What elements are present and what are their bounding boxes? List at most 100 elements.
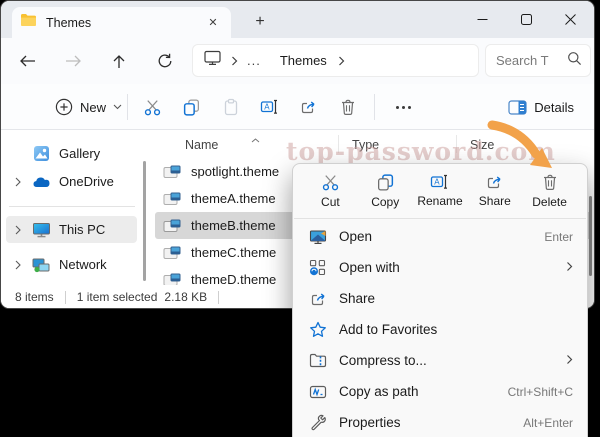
copy-button[interactable] <box>172 89 211 125</box>
context-rename-button[interactable]: A Rename <box>413 169 468 215</box>
menu-item-label: Properties <box>339 415 523 430</box>
sidebar-scrollbar[interactable] <box>143 161 146 281</box>
breadcrumb-current[interactable]: Themes <box>280 53 327 68</box>
context-share-label: Share <box>479 194 511 208</box>
submenu-chevron-icon <box>566 259 573 277</box>
menu-item-open[interactable]: Open Enter <box>293 221 587 252</box>
selection-size: 2.18 KB <box>164 290 207 304</box>
delete-button[interactable] <box>328 89 367 125</box>
menu-item-share[interactable]: Share <box>293 283 587 314</box>
onedrive-cloud-icon <box>30 175 52 188</box>
selection-count: 1 item selected <box>77 290 158 304</box>
sidebar-divider <box>9 206 135 207</box>
menu-item-label: Share <box>339 291 573 306</box>
sidebar-item-onedrive[interactable]: OneDrive <box>6 168 137 195</box>
zip-folder-icon <box>309 353 335 368</box>
paste-button[interactable] <box>211 89 250 125</box>
open-theme-icon <box>309 229 335 245</box>
up-button[interactable] <box>107 49 131 73</box>
sidebar-item-gallery[interactable]: Gallery <box>6 140 137 167</box>
status-divider <box>218 291 219 304</box>
file-list-scrollbar[interactable] <box>589 196 592 276</box>
menu-item-label: Add to Favorites <box>339 322 573 337</box>
search-icon <box>567 51 582 71</box>
tab-themes[interactable]: Themes ✕ <box>12 7 231 38</box>
minimize-button[interactable] <box>460 1 504 37</box>
chevron-right-icon[interactable] <box>6 225 30 235</box>
menu-item-label: Open with <box>339 260 566 275</box>
menu-item-copy-as-path[interactable]: Copy as path Ctrl+Shift+C <box>293 376 587 407</box>
menu-item-label: Open <box>339 229 544 244</box>
menu-item-compress-to[interactable]: Compress to... <box>293 345 587 376</box>
sidebar-item-label: This PC <box>59 222 105 237</box>
copy-icon <box>376 173 395 192</box>
sidebar-item-network[interactable]: Network <box>6 251 137 278</box>
submenu-chevron-icon <box>566 352 573 370</box>
chevron-right-icon[interactable] <box>6 260 30 270</box>
theme-file-icon <box>163 165 185 179</box>
gallery-icon <box>30 145 52 162</box>
context-cut-button[interactable]: Cut <box>303 169 358 215</box>
context-copy-label: Copy <box>371 195 399 209</box>
share-button[interactable] <box>289 89 328 125</box>
breadcrumb-ellipsis[interactable]: ... <box>247 53 261 68</box>
cut-icon <box>321 173 340 192</box>
menu-shortcut: Ctrl+Shift+C <box>508 385 573 399</box>
close-button[interactable] <box>548 1 592 37</box>
plus-circle-icon <box>55 98 73 116</box>
maximize-button[interactable] <box>504 1 548 37</box>
menu-item-add-to-favorites[interactable]: Add to Favorites <box>293 314 587 345</box>
theme-file-icon <box>163 246 185 260</box>
this-pc-icon <box>30 222 52 238</box>
navigation-pane: Gallery OneDrive <box>1 130 151 285</box>
file-name: themeC.theme <box>191 245 276 260</box>
menu-shortcut: Enter <box>544 230 573 244</box>
ellipsis-icon <box>396 106 411 109</box>
context-menu: Cut Copy A Rename Share Delete <box>292 163 588 437</box>
tab-title: Themes <box>46 16 203 30</box>
new-tab-button[interactable]: + <box>248 10 272 34</box>
chevron-down-icon <box>113 104 122 110</box>
more-options-button[interactable] <box>386 89 420 125</box>
theme-file-icon <box>163 219 185 233</box>
screenshot: Themes ✕ + <box>0 0 600 437</box>
menu-separator <box>294 218 586 219</box>
theme-file-icon <box>163 192 185 206</box>
chevron-right-icon[interactable] <box>6 177 30 187</box>
context-cut-label: Cut <box>321 195 340 209</box>
new-button[interactable]: New <box>47 91 130 123</box>
sidebar-item-label: Gallery <box>59 146 100 161</box>
forward-button[interactable] <box>61 49 85 73</box>
sidebar-item-label: Network <box>59 257 107 272</box>
network-icon <box>30 257 52 273</box>
menu-item-properties[interactable]: Properties Alt+Enter <box>293 407 587 437</box>
refresh-button[interactable] <box>153 49 177 73</box>
sidebar-item-label: OneDrive <box>59 174 114 189</box>
details-pane-icon <box>508 100 527 115</box>
chevron-right-icon <box>338 56 345 66</box>
folder-icon <box>20 13 37 32</box>
menu-shortcut: Alt+Enter <box>523 416 573 430</box>
items-count: 8 items <box>15 290 54 304</box>
context-copy-button[interactable]: Copy <box>358 169 413 215</box>
menu-item-open-with[interactable]: Open with <box>293 252 587 283</box>
this-pc-icon <box>203 50 222 71</box>
rename-button[interactable]: A <box>250 89 289 125</box>
tab-close-icon[interactable]: ✕ <box>203 13 223 33</box>
sort-ascending-icon <box>251 130 260 148</box>
back-button[interactable] <box>15 49 39 73</box>
star-icon <box>309 321 335 338</box>
file-name: spotlight.theme <box>191 164 279 179</box>
status-divider <box>65 291 66 304</box>
sidebar-item-this-pc[interactable]: This PC <box>6 216 137 243</box>
open-with-icon <box>309 259 335 276</box>
menu-item-label: Copy as path <box>339 384 508 399</box>
cut-button[interactable] <box>133 89 172 125</box>
search-input[interactable]: Search T <box>485 44 591 77</box>
column-header-name[interactable]: Name <box>185 138 218 152</box>
menu-item-label: Compress to... <box>339 353 566 368</box>
wrench-icon <box>309 414 335 431</box>
navigation-bar: ... Themes Search T <box>1 38 594 84</box>
file-name: themeA.theme <box>191 191 276 206</box>
address-bar[interactable]: ... Themes <box>192 44 479 77</box>
